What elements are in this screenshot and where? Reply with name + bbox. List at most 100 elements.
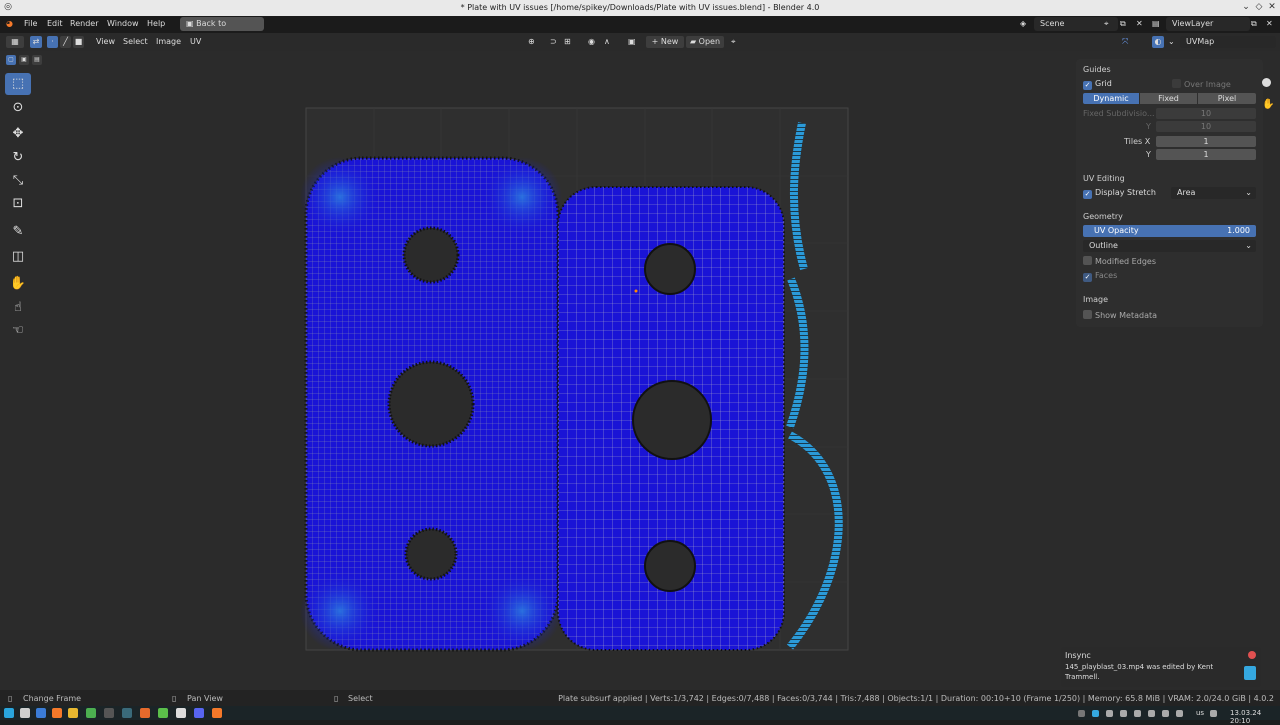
move-tool-icon[interactable]: ✥ <box>5 123 31 145</box>
uv-island-left[interactable] <box>300 156 562 652</box>
app-icon-yellow[interactable] <box>68 708 78 718</box>
scale-tool-icon[interactable]: ⤡ <box>5 170 31 192</box>
discord-icon[interactable] <box>194 708 204 718</box>
insync-notification[interactable]: Insync 145_playblast_03.mp4 was edited b… <box>1061 647 1261 687</box>
grid-mode-dynamic[interactable]: Dynamic <box>1083 93 1139 104</box>
chrome-icon[interactable] <box>158 708 168 718</box>
firefox-icon[interactable] <box>140 708 150 718</box>
editor-type-icon[interactable]: ▦ <box>6 36 24 48</box>
cursor-tool-icon[interactable]: ⊙ <box>5 97 31 119</box>
app-icon-green[interactable] <box>86 708 96 718</box>
start-menu-icon[interactable] <box>4 708 14 718</box>
tiles-x-field[interactable]: 1 <box>1156 136 1256 147</box>
network-icon[interactable] <box>1210 710 1217 717</box>
edge-display-dropdown[interactable]: Outline ⌄ <box>1083 240 1256 252</box>
menu-uv[interactable]: UV <box>190 37 201 46</box>
select-box-tool-icon[interactable]: ⬚ <box>5 73 31 95</box>
show-metadata-checkbox[interactable]: Show Metadata <box>1083 310 1157 320</box>
minimize-icon[interactable]: ⌄ <box>1240 2 1252 14</box>
new-scene-icon[interactable]: ⧉ <box>1120 19 1126 29</box>
fixed-subdivisions-y[interactable]: 10 <box>1156 121 1256 132</box>
edge-select-icon[interactable]: ╱ <box>60 36 71 48</box>
new-viewlayer-icon[interactable]: ⧉ <box>1251 19 1257 29</box>
modified-edges-checkbox[interactable]: Modified Edges <box>1083 256 1156 266</box>
pivot-icon[interactable]: ⊕ <box>528 37 535 46</box>
vertex-select-icon[interactable]: · <box>47 36 58 48</box>
menu-view[interactable]: View <box>96 37 115 46</box>
uvmap-selector[interactable]: UVMap <box>1180 36 1276 48</box>
active-window-icon[interactable] <box>122 708 132 718</box>
uv-island-middle[interactable] <box>557 186 785 651</box>
tray-icon-3[interactable] <box>1106 710 1113 717</box>
annotate-tool-icon[interactable]: ✎ <box>5 221 31 243</box>
grid-mode-fixed[interactable]: Fixed <box>1140 93 1197 104</box>
tray-icon-4[interactable] <box>1120 710 1127 717</box>
uv-opacity-slider[interactable]: UV Opacity 1.000 <box>1083 225 1256 237</box>
back-to-previous-button[interactable]: ▣ Back to Previous <box>180 17 264 42</box>
app-menu-icon[interactable]: ◎ <box>2 2 14 14</box>
overlays-toggle-icon[interactable]: ◐ <box>1152 36 1164 48</box>
tray-icon-5[interactable] <box>1134 710 1141 717</box>
app-icon-dark[interactable] <box>104 708 114 718</box>
new-image-button[interactable]: + New <box>646 36 684 48</box>
sidebar-tab-hand-icon[interactable]: ✋ <box>1262 99 1274 110</box>
transform-tool-icon[interactable]: ⊡ <box>5 193 31 215</box>
tray-icon-2[interactable] <box>1092 710 1099 717</box>
sync-selection-icon[interactable]: ⇄ <box>30 36 42 48</box>
falloff-icon[interactable]: ∧ <box>604 37 610 46</box>
relax-tool-icon[interactable]: ☜ <box>5 320 31 342</box>
faces-checkbox[interactable]: ✓ Faces <box>1083 271 1117 282</box>
blender-taskbar-icon[interactable] <box>52 708 62 718</box>
select-mode-subtract-icon[interactable]: ▤ <box>32 55 42 65</box>
fixed-subdivisions-x[interactable]: 10 <box>1156 108 1256 119</box>
pin-image-icon[interactable]: ⌖ <box>731 37 736 47</box>
close-notification-icon[interactable] <box>1248 651 1256 659</box>
viewlayer-selector[interactable]: ViewLayer <box>1166 17 1250 31</box>
menu-select[interactable]: Select <box>123 37 148 46</box>
blender-logo-icon[interactable]: ◕ <box>6 19 13 28</box>
snap-target-icon[interactable]: ⊞ <box>564 37 571 46</box>
grid-checkbox[interactable]: ✓ Grid <box>1083 79 1112 90</box>
select-mode-extend-icon[interactable]: ▣ <box>19 55 29 65</box>
viewlayer-icon[interactable]: ▤ <box>1152 19 1160 28</box>
menu-file[interactable]: File <box>24 19 37 28</box>
open-image-button[interactable]: ▰ Open <box>686 36 724 48</box>
pinch-tool-icon[interactable]: ☝ <box>5 297 31 319</box>
overlays-dropdown-icon[interactable]: ⌄ <box>1168 37 1175 46</box>
close-icon[interactable]: ✕ <box>1266 2 1278 14</box>
delete-scene-icon[interactable]: ✕ <box>1136 19 1143 28</box>
sidebar-tab-view-icon[interactable] <box>1262 78 1271 87</box>
tray-icon-7[interactable] <box>1162 710 1169 717</box>
tray-icon-1[interactable] <box>1078 710 1085 717</box>
menu-image[interactable]: Image <box>156 37 181 46</box>
stretch-mode-dropdown[interactable]: Area ⌄ <box>1171 187 1256 199</box>
gizmo-icon[interactable]: ⤧ <box>1122 37 1128 47</box>
menu-window[interactable]: Window <box>107 19 139 28</box>
volume-icon[interactable] <box>1176 710 1183 717</box>
delete-viewlayer-icon[interactable]: ✕ <box>1266 19 1273 28</box>
maximize-icon[interactable]: ◇ <box>1253 2 1265 14</box>
keyboard-layout[interactable]: us <box>1196 709 1204 717</box>
proportional-edit-icon[interactable]: ◉ <box>588 37 595 46</box>
over-image-checkbox[interactable]: Over Image <box>1172 79 1231 89</box>
display-stretch-checkbox[interactable]: ✓ Display Stretch <box>1083 188 1156 199</box>
tray-icon-6[interactable] <box>1148 710 1155 717</box>
grid-mode-pixel[interactable]: Pixel <box>1198 93 1256 104</box>
app-icon-white[interactable] <box>176 708 186 718</box>
files-icon[interactable] <box>20 708 30 718</box>
image-browse-icon[interactable]: ▣ <box>628 37 636 46</box>
snap-icon[interactable]: ⊃ <box>550 37 557 46</box>
face-select-icon[interactable]: ■ <box>73 36 84 48</box>
scene-icon[interactable]: ◈ <box>1020 19 1026 28</box>
clock[interactable]: 13.03.24 20:10 <box>1230 709 1280 725</box>
menu-help[interactable]: Help <box>147 19 165 28</box>
blender-pinned-icon[interactable] <box>212 708 222 718</box>
select-mode-vertex-icon[interactable]: ▢ <box>6 55 16 65</box>
rotate-tool-icon[interactable]: ↻ <box>5 147 31 169</box>
tiles-y-field[interactable]: 1 <box>1156 149 1256 160</box>
terminal-icon[interactable] <box>36 708 46 718</box>
pin-scene-icon[interactable]: ⌖ <box>1104 19 1109 29</box>
menu-render[interactable]: Render <box>70 19 98 28</box>
grab-tool-icon[interactable]: ✋ <box>5 273 31 295</box>
menu-edit[interactable]: Edit <box>47 19 63 28</box>
